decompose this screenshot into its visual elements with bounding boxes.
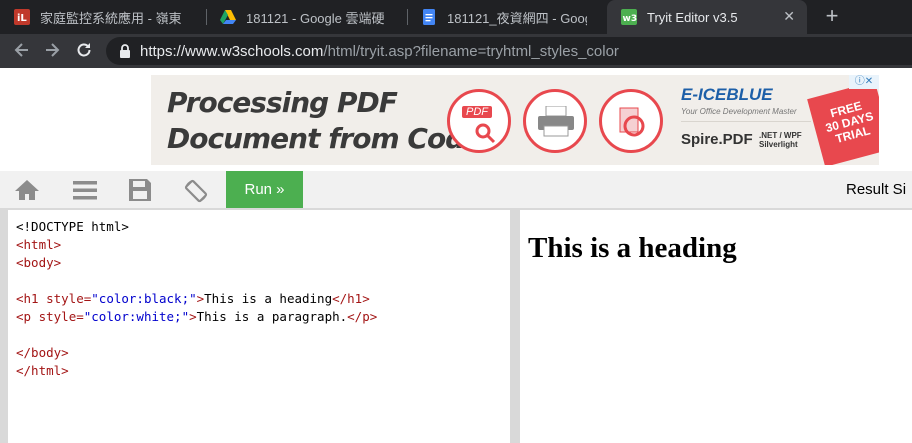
code-body-close: </body> [16, 345, 69, 360]
code-line-9: </html> [16, 362, 502, 380]
editor-panes: <!DOCTYPE html> <html> <body> <h1 style=… [0, 208, 912, 443]
code-p-open: <p [16, 309, 32, 324]
ad-headline-line-1: Processing PDF [167, 86, 398, 119]
tab-title: 181121_夜資網四 - Goog [447, 10, 587, 26]
home-icon[interactable] [14, 178, 40, 202]
google-drive-icon [220, 10, 236, 24]
code-p-text: This is a paragraph. [196, 309, 348, 324]
code-editor[interactable]: <!DOCTYPE html> <html> <body> <h1 style=… [8, 210, 510, 443]
menu-icon[interactable] [72, 178, 98, 202]
divider [681, 121, 811, 122]
code-line-5: <h1 style="color:black;">This is a headi… [16, 290, 502, 308]
code-line-2: <html> [16, 236, 502, 254]
result-size-label: Result Si [846, 181, 907, 198]
code-h1-close: </h1> [332, 291, 370, 306]
w3schools-icon: w3 [621, 9, 637, 25]
convert-icon [599, 89, 663, 153]
rotate-screen-icon[interactable] [183, 178, 209, 203]
new-tab-button[interactable]: + [820, 4, 844, 28]
run-button[interactable]: Run » [226, 171, 303, 208]
result-heading: This is a heading [528, 232, 737, 264]
back-arrow-icon[interactable] [12, 41, 32, 61]
ad-brand-tagline: Your Office Development Master [681, 107, 797, 116]
code-h1-style: "color:black;" [91, 291, 197, 306]
magnifier-icon [475, 123, 496, 144]
browser-tab-active[interactable]: w3 Tryit Editor v3.5 ✕ [607, 0, 807, 34]
save-icon[interactable] [127, 178, 153, 202]
tab-title: 181121 - Google 雲端硬 [246, 10, 385, 26]
browser-toolbar: https://www.w3schools.com/html/tryit.asp… [0, 34, 912, 68]
code-line-3: <body> [16, 254, 502, 272]
result-pane[interactable]: This is a heading [520, 210, 912, 443]
ad-headline-line-2: Document from Code [167, 122, 483, 155]
code-html-open: <html> [16, 237, 62, 252]
pdf-search-icon: PDF [447, 89, 511, 153]
code-h1-attr: style= [38, 291, 92, 306]
ad-area: Processing PDF Document from Code PDF E-… [0, 68, 912, 171]
ad-brand: E-ICEBLUE [681, 85, 773, 104]
free-trial-badge: FREE 30 DAYS TRIAL [807, 81, 879, 165]
code-p-bracket: > [189, 309, 197, 324]
close-icon[interactable]: ✕ [783, 8, 795, 25]
code-line-8: </body> [16, 344, 502, 362]
ad-product-platforms: .NET / WPF Silverlight [759, 131, 802, 149]
google-docs-icon [423, 9, 435, 25]
code-line-1: <!DOCTYPE html> [16, 218, 502, 236]
printer-icon [523, 89, 587, 153]
url-text: https://www.w3schools.com/html/tryit.asp… [140, 43, 619, 60]
code-p-style: "color:white;" [83, 309, 190, 324]
code-html-close: </html> [16, 363, 69, 378]
url-host: https://www.w3schools.com [140, 43, 324, 60]
code-h1-open: <h1 [16, 291, 39, 306]
browser-tab-1[interactable]: iL 家庭監控系統應用 - 嶺東 [0, 0, 205, 34]
ad-headline: Processing PDF Document from Code [167, 85, 483, 157]
editor-toolbar: Run » Result Si [0, 171, 912, 208]
browser-tab-2[interactable]: 181121 - Google 雲端硬 [206, 0, 406, 34]
tab-title: Tryit Editor v3.5 [647, 9, 738, 25]
ad-banner[interactable]: Processing PDF Document from Code PDF E-… [151, 75, 879, 165]
reload-icon[interactable] [74, 41, 94, 61]
ad-product: Spire.PDF [681, 131, 753, 148]
lock-icon [120, 44, 130, 58]
tab-title: 家庭監控系統應用 - 嶺東 [40, 10, 182, 26]
favicon-icon: iL [14, 9, 30, 25]
browser-tab-strip: iL 家庭監控系統應用 - 嶺東 181121 - Google 雲端硬 181… [0, 0, 912, 34]
url-path: /html/tryit.asp?filename=tryhtml_styles_… [323, 43, 619, 60]
code-body-open: <body> [16, 255, 62, 270]
ad-platform-line-2: Silverlight [759, 140, 798, 149]
code-p-attr: style= [31, 309, 84, 324]
code-h1-text: This is a heading [204, 291, 333, 306]
code-doctype: <!DOCTYPE html> [16, 219, 129, 234]
svg-text:w3: w3 [623, 14, 638, 24]
code-line-6: <p style="color:white;">This is a paragr… [16, 308, 502, 326]
ad-platform-line-1: .NET / WPF [759, 131, 802, 140]
svg-text:iL: iL [17, 13, 27, 24]
code-p-close: </p> [347, 309, 378, 324]
forward-arrow-icon[interactable] [42, 41, 62, 61]
address-bar[interactable]: https://www.w3schools.com/html/tryit.asp… [106, 37, 912, 65]
browser-tab-3[interactable]: 181121_夜資網四 - Goog [407, 0, 607, 34]
pdf-tag: PDF [462, 106, 492, 118]
ad-choices-icon[interactable]: ⓘ✕ [849, 75, 879, 89]
